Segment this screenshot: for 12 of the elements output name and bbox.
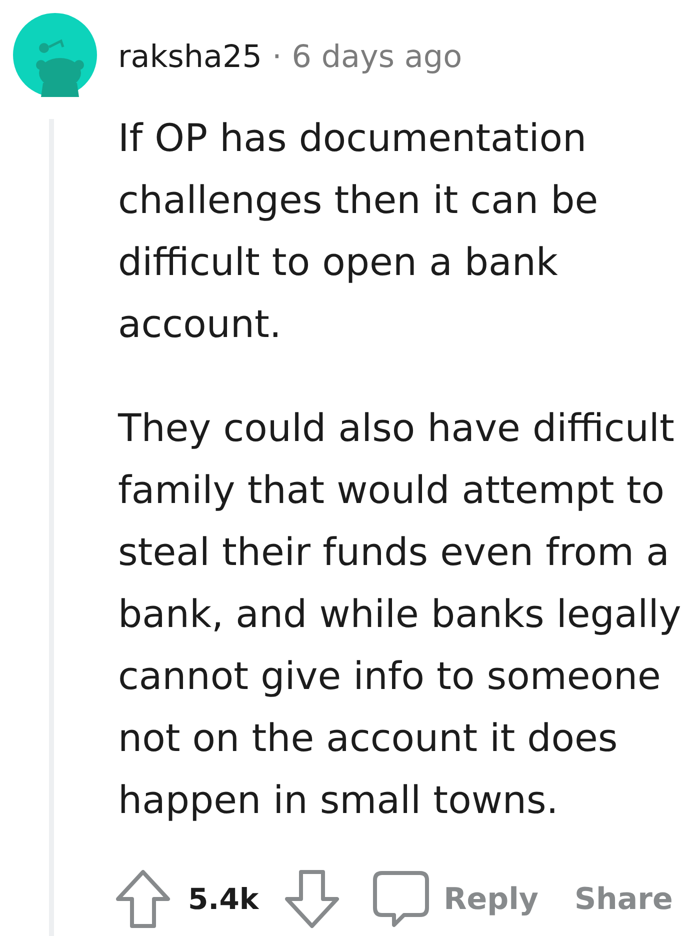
comment-paragraph: They could also have difficult family that would attempt to steal their funds even from a bank, and while banks legally cannot give info to someone not on the account it does happen in small towns. [118, 405, 682, 824]
share-button[interactable]: Share [574, 882, 673, 916]
comment-icon [372, 870, 430, 928]
comment-paragraph: If OP has documentation challenges then it can be difficult to open a bank account. [118, 115, 600, 348]
vote-score: 5.4k [188, 882, 259, 916]
timestamp: 6 days ago [292, 39, 462, 75]
downvote-icon[interactable] [284, 869, 340, 929]
separator-dot: · [272, 39, 282, 75]
username-link[interactable]: raksha25 [118, 39, 262, 75]
reply-button[interactable]: Reply [372, 870, 538, 928]
upvote-icon[interactable] [115, 869, 171, 929]
avatar-icon[interactable] [13, 13, 97, 97]
